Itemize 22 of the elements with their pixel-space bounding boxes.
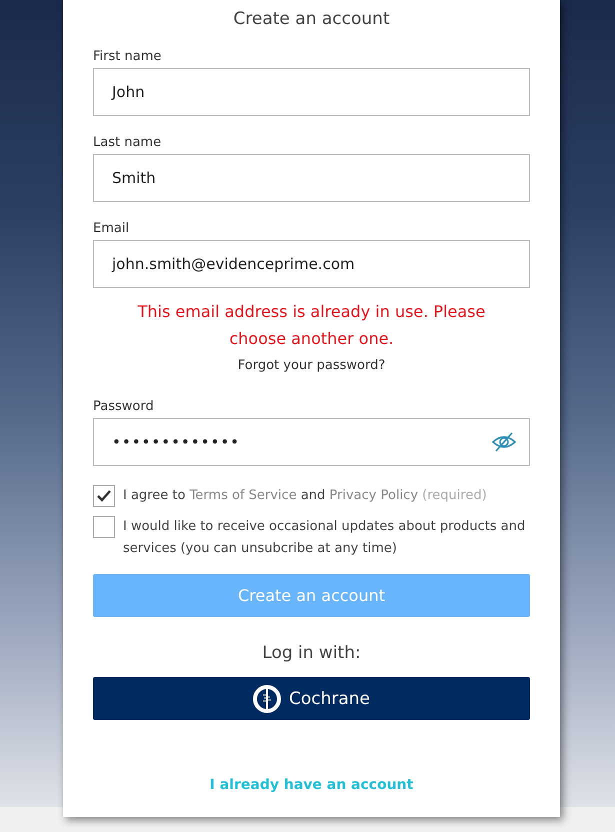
input-field[interactable]: Smith — [93, 154, 530, 202]
eye-icon[interactable] — [491, 431, 517, 453]
field-label: Email — [93, 221, 130, 236]
cochrane-login-button[interactable]: Cochrane — [93, 677, 530, 720]
input-field[interactable]: John — [93, 68, 530, 116]
error-message: This email address is already in use. Please choose another one. — [136, 301, 486, 350]
password-field[interactable]: ••••••••••••• — [93, 418, 530, 466]
checkbox-label: I would like to receive occasional updates about products and services (you can unsubcribe at any time) — [123, 518, 526, 558]
checkbox[interactable] — [93, 516, 115, 538]
checkbox-label: I agree to Terms of Service and Privacy Policy (required) — [123, 487, 487, 505]
check-icon — [97, 490, 111, 502]
form-title: Create an account — [232, 9, 391, 29]
input-field[interactable]: john.smith@evidenceprime.com — [93, 240, 530, 288]
policy-link[interactable]: Terms of Service — [190, 488, 297, 503]
checkbox[interactable] — [93, 485, 115, 507]
field-label: First name — [93, 49, 162, 64]
login-with-label: Log in with: — [262, 643, 361, 663]
policy-link[interactable]: Privacy Policy — [329, 488, 418, 503]
field-label: Last name — [93, 135, 162, 150]
logo-icon — [252, 684, 281, 712]
forgot-password-link[interactable]: Forgot your password? — [238, 358, 386, 373]
field-label: Password — [93, 399, 154, 414]
